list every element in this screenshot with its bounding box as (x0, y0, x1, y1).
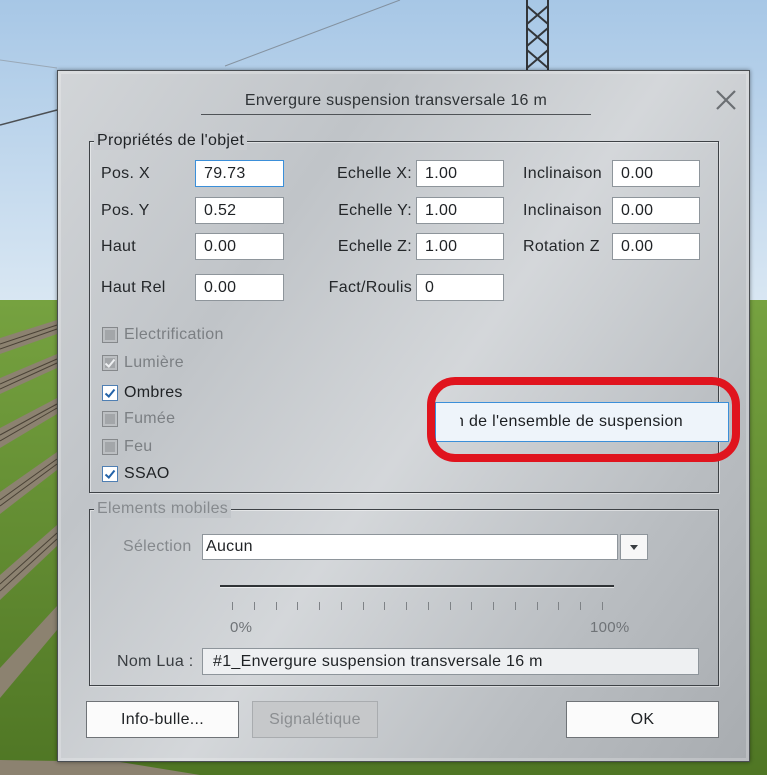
light-label: Lumière (124, 354, 184, 371)
slider-tick (319, 602, 321, 610)
object-properties-legend: Propriétés de l'objet (94, 132, 248, 150)
option-shadows[interactable]: Ombres (102, 384, 302, 402)
pos-x-input[interactable]: 79.73 (195, 160, 284, 187)
tilt-1-label: Inclinaison (523, 165, 602, 182)
slider-tick (580, 602, 582, 610)
lua-name-label: Nom Lua : (117, 653, 194, 670)
signage-button: Signalétique (252, 701, 378, 738)
selection-dropdown-button[interactable] (620, 534, 648, 560)
slider-tick (493, 602, 495, 610)
position-slider[interactable] (220, 585, 614, 587)
option-light: Lumière (102, 354, 302, 372)
slider-tick (536, 602, 538, 610)
fire-label: Feu (124, 438, 153, 455)
object-properties-group: Propriétés de l'objet Pos. X 79.73 Echel… (89, 132, 729, 493)
tilt-1-input[interactable]: 0.00 (612, 160, 700, 187)
title-divider (201, 114, 591, 115)
pos-x-label: Pos. X (101, 165, 150, 182)
electrification-label: Electrification (124, 326, 224, 343)
smoke-checkbox (102, 411, 118, 427)
rotation-z-input[interactable]: 0.00 (612, 233, 700, 260)
selection-dropdown[interactable]: Aucun (202, 534, 618, 560)
height-label: Haut (101, 238, 136, 255)
checkmark-icon (104, 469, 116, 479)
scale-z-input[interactable]: 1.00 (416, 233, 504, 260)
rotation-z-label: Rotation Z (523, 238, 600, 255)
pos-y-input[interactable]: 0.52 (195, 197, 284, 224)
ssao-checkbox[interactable] (102, 466, 118, 482)
chevron-down-icon (630, 545, 638, 550)
slider-tick (253, 602, 255, 610)
scale-x-input[interactable]: 1.00 (416, 160, 504, 187)
slider-tick (297, 602, 299, 610)
light-checkbox (102, 355, 118, 371)
shadows-checkbox[interactable] (102, 385, 118, 401)
slider-tick (449, 602, 451, 610)
moving-elements-legend: Elements mobiles (94, 500, 232, 518)
roll-factor-label: Fact/Roulis (328, 279, 412, 296)
slider-tick (514, 602, 516, 610)
fire-checkbox (102, 439, 118, 455)
suspension-button-text-area: n de l'ensemble de suspension (460, 403, 724, 441)
option-electrification: Electrification (102, 326, 302, 344)
slider-tick (232, 602, 233, 610)
lua-name-field[interactable]: #1_Envergure suspension transversale 16 … (202, 648, 699, 675)
scale-x-label: Echelle X: (336, 165, 412, 182)
tilt-2-input[interactable]: 0.00 (612, 197, 700, 224)
object-properties-dialog: Envergure suspension transversale 16 m P… (57, 70, 750, 762)
selection-label: Sélection (123, 538, 192, 555)
slider-tick (558, 602, 560, 610)
roll-factor-input[interactable]: 0 (416, 274, 504, 301)
scale-y-input[interactable]: 1.00 (416, 197, 504, 224)
scale-y-label: Echelle Y: (338, 202, 412, 219)
checkmark-icon (104, 358, 116, 368)
ssao-label: SSAO (124, 465, 170, 482)
close-icon (716, 90, 736, 110)
relative-height-label: Haut Rel (101, 279, 166, 296)
slider-min-label: 0% (230, 619, 253, 636)
slider-tick (384, 602, 386, 610)
slider-ticks (232, 602, 603, 610)
slider-max-label: 100% (590, 619, 630, 636)
option-smoke: Fumée (102, 410, 302, 428)
slider-tick (427, 602, 429, 610)
slider-tick (602, 602, 603, 610)
moving-elements-group: Elements mobiles Sélection Aucun 0% 100%… (89, 500, 719, 686)
close-button[interactable] (713, 87, 739, 113)
height-input[interactable]: 0.00 (195, 233, 284, 260)
shadows-label: Ombres (124, 384, 183, 401)
relative-height-input[interactable]: 0.00 (195, 274, 284, 301)
slider-tick (275, 602, 277, 610)
suspension-assembly-button[interactable]: n de l'ensemble de suspension (435, 402, 729, 442)
ok-button[interactable]: OK (566, 701, 719, 738)
tilt-2-label: Inclinaison (523, 202, 602, 219)
smoke-label: Fumée (124, 410, 176, 427)
pos-y-label: Pos. Y (101, 202, 150, 219)
slider-tick (340, 602, 342, 610)
slider-tick (406, 602, 408, 610)
suspension-button-label: n de l'ensemble de suspension (460, 413, 683, 430)
option-ssao[interactable]: SSAO (102, 465, 302, 483)
tooltip-button[interactable]: Info-bulle... (86, 701, 239, 738)
checkmark-icon (104, 388, 116, 398)
option-fire: Feu (102, 438, 302, 456)
dialog-title: Envergure suspension transversale 16 m (244, 92, 548, 109)
slider-tick (362, 602, 364, 610)
scale-z-label: Echelle Z: (337, 238, 412, 255)
slider-tick (471, 602, 473, 610)
electrification-checkbox (102, 327, 118, 343)
